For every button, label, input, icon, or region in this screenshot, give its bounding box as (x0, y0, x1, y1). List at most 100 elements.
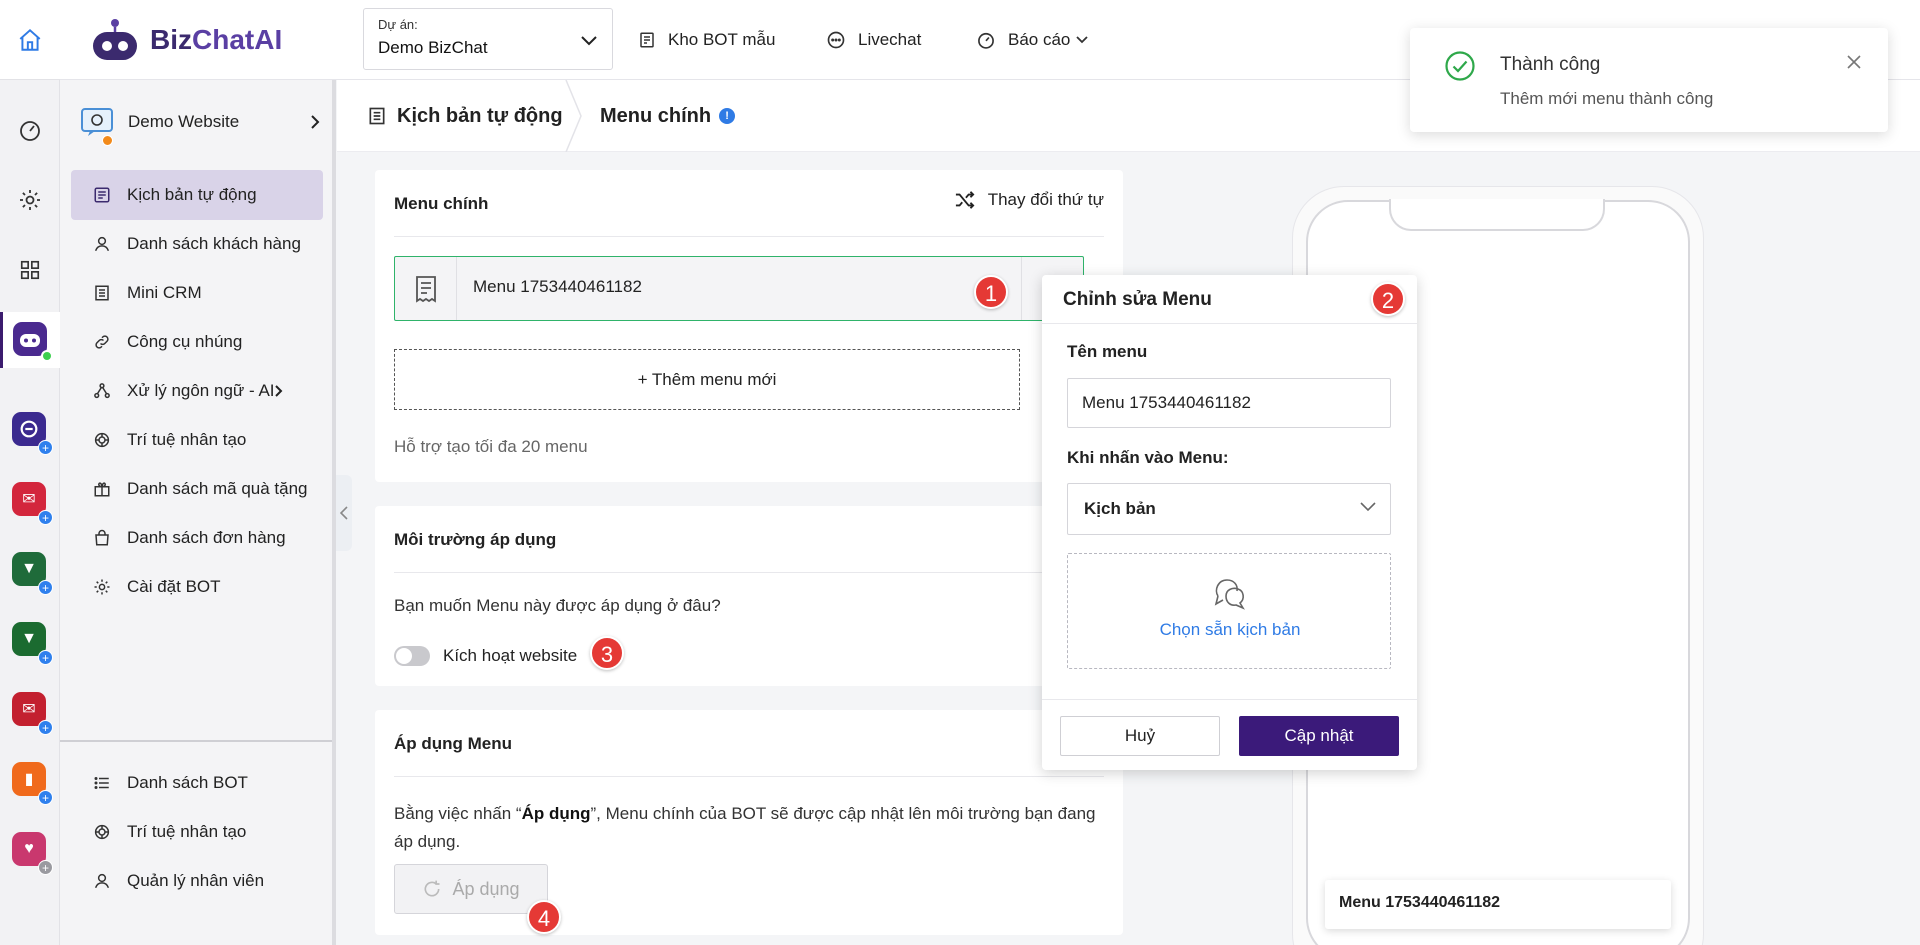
nav-bot-templates[interactable]: Kho BOT mẫu (638, 0, 775, 80)
project-select[interactable]: Dự án: Demo BizChat (363, 8, 613, 70)
clipboard-icon: ▮ (24, 771, 34, 788)
environment-card: Môi trường áp dụng Bạn muốn Menu này đượ… (375, 506, 1123, 686)
sidebar-item-ai-bottom[interactable]: Trí tuệ nhân tạo (71, 807, 323, 857)
paper-plane-icon: ▼ (21, 560, 37, 577)
sidebar-item-label: Quản lý nhân viên (127, 871, 265, 890)
online-status-dot (41, 350, 53, 362)
mail-icon: ✉ (22, 701, 36, 718)
sidebar-item-scripts[interactable]: Kịch bản tự động (71, 170, 323, 220)
sidebar-item-label: Xử lý ngôn ngữ - AI (127, 381, 275, 400)
site-selector[interactable]: Demo Website (80, 94, 320, 150)
dashboard-gauge-icon (978, 32, 994, 49)
nodes-icon (94, 383, 110, 399)
card-title: Môi trường áp dụng (394, 530, 557, 549)
sidebar-item-gift-codes[interactable]: Danh sách mã quà tặng (71, 464, 323, 514)
rail-item-bizchat[interactable] (0, 312, 60, 368)
close-icon[interactable] (1846, 54, 1862, 70)
menu-name-input[interactable] (1067, 378, 1391, 428)
info-icon[interactable]: ! (719, 108, 736, 124)
sidebar-item-label: Danh sách mã quà tặng (127, 479, 308, 498)
status-dot (102, 135, 113, 146)
sidebar-item-customers[interactable]: Danh sách khách hàng (71, 219, 323, 269)
user-icon (94, 873, 110, 889)
nav-reports[interactable]: Báo cáo (976, 0, 1089, 80)
dashboard-button[interactable] (12, 112, 48, 148)
update-button[interactable]: Cập nhật (1239, 716, 1399, 756)
project-label: Dự án: (378, 17, 418, 32)
phone-menu-item[interactable]: Menu 1753440461182 (1325, 880, 1671, 929)
apply-card: Áp dụng Menu Bằng việc nhấn “Áp dụng”, M… (375, 710, 1123, 935)
link-icon (95, 335, 109, 349)
dashboard-icon (20, 121, 40, 141)
ai-swirl-icon (94, 824, 110, 840)
sidebar-item-ai[interactable]: Trí tuệ nhân tạo (71, 415, 323, 465)
sidebar-item-label: Mini CRM (127, 283, 202, 302)
menu-action-select[interactable]: Kịch bản (1067, 483, 1391, 535)
phone-notch (1389, 199, 1605, 231)
chevron-down-icon (581, 36, 597, 46)
check-circle-icon (1445, 51, 1475, 81)
nav-livechat[interactable]: Livechat (826, 0, 921, 80)
sidebar-item-mini-crm[interactable]: Mini CRM (71, 268, 323, 318)
sidebar-item-staff[interactable]: Quản lý nhân viên (71, 856, 323, 906)
drag-handle[interactable] (395, 257, 457, 320)
gear-icon (94, 579, 110, 595)
brand-logo[interactable]: BizChatAI (90, 16, 282, 64)
sidebar-item-label: Trí tuệ nhân tạo (127, 430, 247, 449)
sidebar-item-embed-tools[interactable]: Công cụ nhúng (71, 317, 323, 367)
toast-title: Thành công (1500, 54, 1601, 75)
nav-label: Kho BOT mẫu (668, 30, 776, 49)
chat-bubbles-icon (1214, 579, 1245, 610)
apply-description: Bằng việc nhấn “Áp dụng”, Menu chính của… (394, 804, 1096, 851)
ai-swirl-icon (94, 432, 110, 448)
sidebar-item-bot-list[interactable]: Danh sách BOT (71, 758, 323, 808)
apply-button[interactable]: Áp dụng (394, 864, 548, 914)
menu-action-label: Khi nhấn vào Menu: (1067, 448, 1229, 467)
sidebar-collapse-button[interactable] (336, 475, 352, 551)
document-icon (95, 285, 109, 301)
step-marker-2: 2 (1371, 282, 1405, 316)
app-rail: + ✉ + ▼ + ▼ + ✉ + ▮ + ♥ + (0, 0, 60, 945)
chevron-down-icon (1360, 502, 1376, 512)
settings-button[interactable] (12, 182, 48, 218)
add-menu-button[interactable]: + Thêm menu mới (394, 349, 1020, 410)
page-title: Menu chính ! (600, 80, 736, 152)
sidebar-item-orders[interactable]: Danh sách đơn hàng (71, 513, 323, 563)
reorder-button[interactable]: Thay đổi thứ tự (954, 190, 1104, 210)
settings-icon (20, 190, 40, 210)
app-plus-badge: + (38, 510, 53, 525)
list-icon (94, 777, 109, 789)
main-menu-card: Menu chính Thay đổi thứ tự Menu 17534404… (375, 170, 1123, 482)
mail-icon: ✉ (22, 491, 36, 508)
script-list-icon (94, 187, 110, 203)
script-picker[interactable]: Chọn sẵn kịch bản (1067, 553, 1391, 669)
toggle-knob (396, 648, 412, 664)
menu-limit-hint: Hỗ trợ tạo tối đa 20 menu (394, 437, 588, 456)
home-button[interactable] (0, 0, 60, 80)
site-name: Demo Website (128, 112, 240, 131)
chat-bubble-icon (827, 31, 845, 49)
user-icon (94, 236, 110, 252)
heart-icon: ♥ (24, 840, 34, 857)
menu-name-label: Tên menu (1067, 342, 1148, 361)
script-picker-label: Chọn sẵn kịch bản (1159, 620, 1301, 639)
breadcrumb-parent-label: Kịch bản tự động (397, 104, 563, 127)
sidebar-item-bot-settings[interactable]: Cài đặt BOT (71, 562, 323, 612)
divider (1042, 323, 1417, 324)
site-avatar (80, 107, 114, 146)
app-plus-badge: + (38, 650, 53, 665)
apps-button[interactable] (12, 252, 48, 288)
website-toggle[interactable] (394, 646, 430, 666)
gift-icon (94, 482, 110, 497)
menu-item-name: Menu 1753440461182 (473, 277, 642, 296)
success-toast: Thành công Thêm mới menu thành công (1410, 28, 1888, 132)
environment-question: Bạn muốn Menu này được áp dụng ở đâu? (394, 596, 721, 615)
bizchat-logo-icon (93, 19, 137, 60)
cancel-button[interactable]: Huỷ (1060, 716, 1220, 756)
breadcrumb-parent[interactable]: Kịch bản tự động (367, 80, 563, 152)
sidebar-item-nlp-ai[interactable]: Xử lý ngôn ngữ - AI (71, 366, 323, 416)
toast-message: Thêm mới menu thành công (1500, 89, 1714, 108)
nav-label: Báo cáo (1008, 30, 1071, 49)
card-title: Áp dụng Menu (394, 734, 513, 753)
sidebar-item-label: Danh sách BOT (127, 773, 248, 792)
